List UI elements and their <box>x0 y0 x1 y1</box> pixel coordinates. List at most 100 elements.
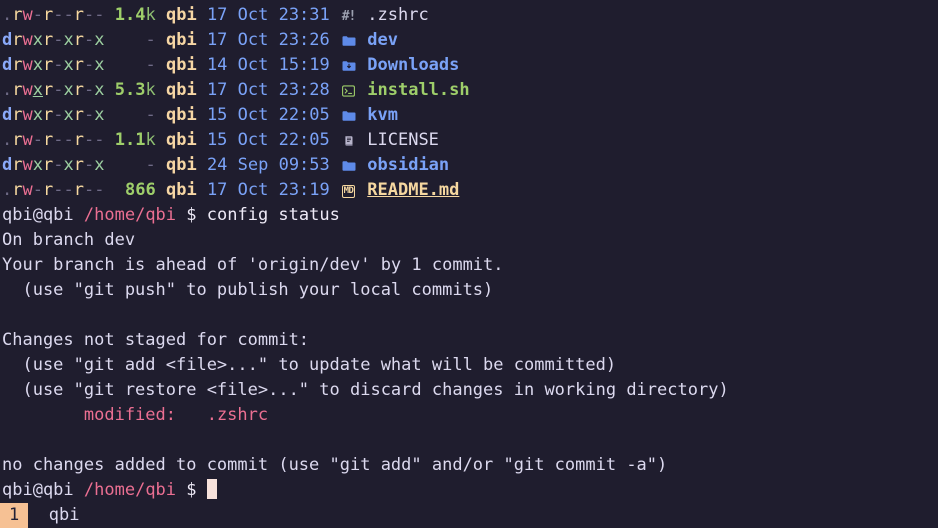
perm-execute: x <box>32 155 43 175</box>
col-gap <box>197 5 207 25</box>
file-date: 17 Oct 23:28 <box>206 80 330 100</box>
perm-execute: x <box>63 55 74 75</box>
perm-read: r <box>12 180 23 200</box>
tmux-status-bar[interactable]: 1 qbi <box>0 503 938 528</box>
perm-write: w <box>22 5 33 25</box>
perm-execute: x <box>94 80 105 100</box>
prompt2-path: /home/qbi <box>83 480 177 500</box>
perm-execute: x <box>94 105 105 125</box>
file-name: dev <box>367 30 398 50</box>
file-date: 15 Oct 22:05 <box>206 105 330 125</box>
text-cursor[interactable] <box>206 479 217 499</box>
col-gap <box>197 155 207 175</box>
git-ahead-line: Your branch is ahead of 'origin/dev' by … <box>2 255 504 275</box>
perm-read: r <box>12 155 23 175</box>
file-name: README.md <box>367 180 460 200</box>
perm-none: - <box>94 130 105 150</box>
git-restore-hint: (use "git restore <file>..." to discard … <box>2 380 729 400</box>
col-gap <box>105 180 115 200</box>
folder-icon <box>340 28 357 53</box>
perm-read: r <box>73 80 84 100</box>
perm-read: r <box>73 30 84 50</box>
perm-read: r <box>43 30 54 50</box>
git-blank-1 <box>0 303 938 328</box>
perm-execute: x <box>32 105 43 125</box>
size-pad <box>115 155 146 175</box>
tmux-window-name[interactable]: qbi <box>49 505 80 525</box>
perm-execute: x <box>63 80 74 100</box>
prompt-line-1[interactable]: qbi@qbi /home/qbi $ config status <box>0 203 938 228</box>
perm-write: w <box>22 155 33 175</box>
file-name: obsidian <box>367 155 450 175</box>
prompt-line-2[interactable]: qbi@qbi /home/qbi $ <box>0 478 938 503</box>
perm-read: r <box>43 180 54 200</box>
perm-read: r <box>73 180 84 200</box>
col-gap <box>330 55 340 75</box>
col-gap <box>330 130 340 150</box>
col-gap <box>156 105 166 125</box>
perm-read: r <box>12 55 23 75</box>
file-date: 17 Oct 23:26 <box>206 30 330 50</box>
git-modified-label: modified: <box>2 405 176 425</box>
perm-none: - <box>63 130 74 150</box>
markdown-icon: MD <box>341 185 356 198</box>
perm-dir-flag: d <box>2 105 13 125</box>
perm-read: r <box>12 5 23 25</box>
file-size-unit: k <box>145 130 156 150</box>
file-size: - <box>145 105 156 125</box>
perm-read: r <box>73 55 84 75</box>
col-gap <box>330 155 340 175</box>
git-modified-row: modified: .zshrc <box>0 403 938 428</box>
perm-none: - <box>53 5 64 25</box>
file-row: .rw-r--r-- 1.1k qbi 15 Oct 22:05 LICENSE <box>0 128 938 153</box>
shebang-icon: #! <box>341 9 357 24</box>
file-name: LICENSE <box>367 130 439 150</box>
col-gap <box>330 180 340 200</box>
col-gap <box>105 55 115 75</box>
perm-execute: x <box>63 155 74 175</box>
git-no-changes-line: no changes added to commit (use "git add… <box>2 455 668 475</box>
perm-read: r <box>43 5 54 25</box>
col-gap <box>197 55 207 75</box>
col-gap <box>330 105 340 125</box>
tmux-window-index[interactable]: 1 <box>0 503 29 528</box>
prompt2-space-1 <box>74 480 84 500</box>
terminal-script-icon <box>340 78 357 103</box>
col-gap <box>357 5 367 25</box>
perm-none: - <box>53 105 64 125</box>
perm-write: w <box>22 55 33 75</box>
folder-icon <box>340 103 357 128</box>
perm-none: - <box>63 180 74 200</box>
col-gap <box>105 30 115 50</box>
perm-execute: x <box>63 30 74 50</box>
perm-write: w <box>22 105 33 125</box>
size-pad <box>115 180 125 200</box>
perm-read: r <box>12 105 23 125</box>
file-row: drwxr-xr-x - qbi 24 Sep 09:53 obsidian <box>0 153 938 178</box>
col-gap <box>105 105 115 125</box>
file-row: .rw-r--r-- 866 qbi 17 Oct 23:19 MD READM… <box>0 178 938 203</box>
perm-read: r <box>12 30 23 50</box>
col-gap <box>105 5 115 25</box>
git-push-hint: (use "git push" to publish your local co… <box>2 280 494 300</box>
perm-none: - <box>32 130 43 150</box>
col-gap <box>197 130 207 150</box>
file-size: - <box>145 30 156 50</box>
prompt2-user-host: qbi@qbi <box>2 480 74 500</box>
col-gap <box>357 180 367 200</box>
perm-dot: . <box>2 5 13 25</box>
file-row: drwxr-xr-x - qbi 17 Oct 23:26 dev <box>0 28 938 53</box>
perm-write: w <box>22 130 33 150</box>
perm-execute: x <box>32 30 43 50</box>
terminal-window[interactable]: .rw-r--r-- 1.4k qbi 17 Oct 23:31 #! .zsh… <box>0 0 938 528</box>
prompt-user-host: qbi@qbi <box>2 205 74 225</box>
git-branch-line: On branch dev <box>2 230 136 250</box>
perm-execute: x <box>63 105 74 125</box>
perm-none: - <box>84 5 95 25</box>
perm-write: w <box>22 180 33 200</box>
file-listing: .rw-r--r-- 1.4k qbi 17 Oct 23:31 #! .zsh… <box>0 3 938 203</box>
perm-dir-flag: d <box>2 30 13 50</box>
col-gap <box>156 155 166 175</box>
file-owner: qbi <box>165 30 197 50</box>
perm-dot: . <box>2 80 13 100</box>
